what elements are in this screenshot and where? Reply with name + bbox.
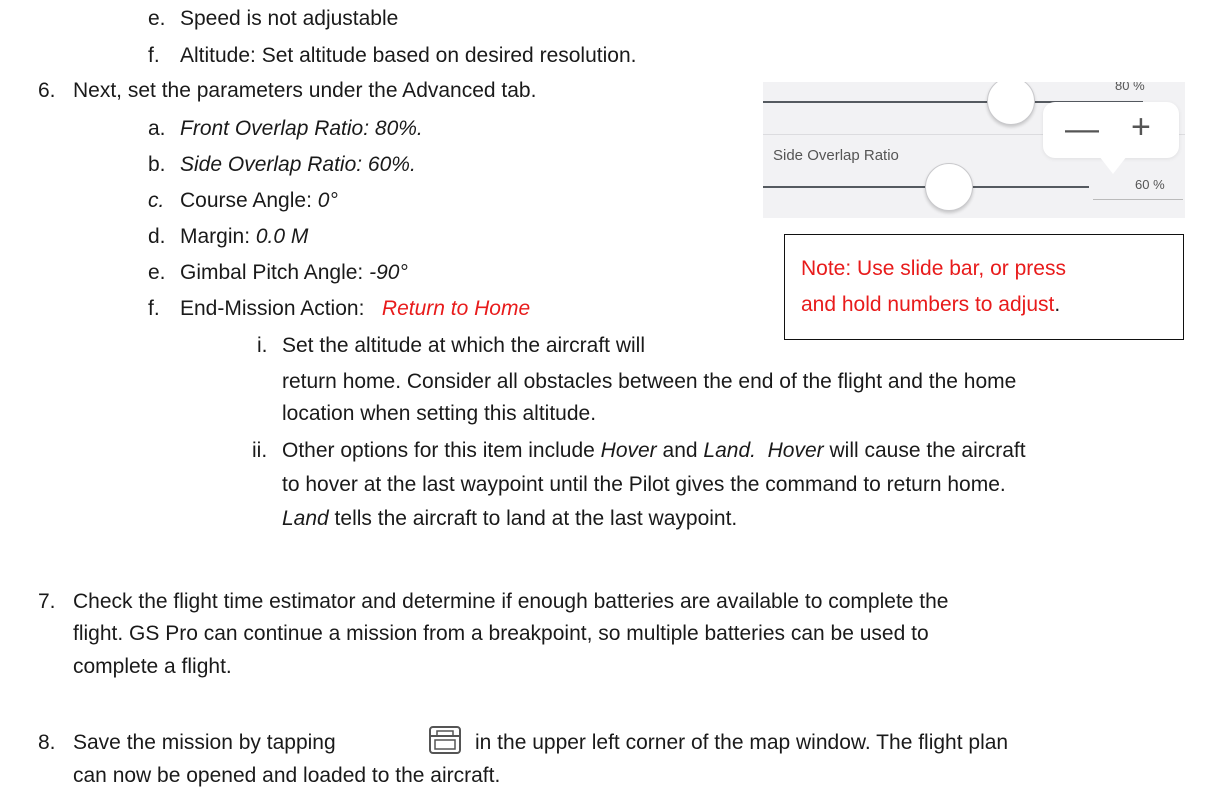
side-overlap-value: 60 % [1135, 177, 1165, 192]
item-text: Set the altitude at which the aircraft w… [282, 334, 646, 357]
item-text: Speed is not adjustable [180, 7, 399, 30]
front-overlap-slider-thumb [987, 82, 1035, 125]
note-line: and hold numbers to adjust. [801, 293, 1061, 316]
item-text-continued: return home. Consider all obstacles betw… [282, 370, 1017, 393]
side-overlap-slider-thumb [925, 163, 973, 211]
list-item: b. Side Overlap Ratio: 60%. [148, 152, 416, 178]
list-item: c. Course Angle: 0° [148, 188, 338, 214]
item-number: e. [148, 7, 166, 30]
item-number: c. [148, 189, 165, 212]
item-text: Side Overlap Ratio: 60%. [180, 153, 416, 176]
item-text-continued: can now be opened and loaded to the airc… [73, 764, 501, 787]
list-item: f. Altitude: Set altitude based on desir… [148, 43, 636, 69]
item-text-continued: to hover at the last waypoint until the … [282, 473, 1006, 496]
item-text: Other options for this item include Hove… [282, 439, 1026, 462]
item-text-continued: location when setting this altitude. [282, 402, 597, 425]
list-item: 8. Save the mission by tapping [38, 730, 336, 756]
plus-button: + [1131, 108, 1151, 146]
item-number: f. [148, 44, 160, 67]
list-item: a. Front Overlap Ratio: 80%. [148, 116, 423, 142]
item-number: 6. [38, 79, 56, 102]
list-item: d. Margin: 0.0 M [148, 224, 308, 250]
item-number: f. [148, 297, 160, 320]
list-item: ii. Other options for this item include … [252, 438, 1026, 464]
item-text: Next, set the parameters under the Advan… [73, 79, 537, 102]
item-text: End-Mission Action: Return to Home [180, 297, 531, 320]
item-number: i. [257, 334, 268, 357]
note-line: Note: Use slide bar, or press [801, 257, 1066, 280]
item-number: ii. [252, 439, 268, 462]
list-item: e. Speed is not adjustable [148, 6, 398, 32]
item-text: Check the flight time estimator and dete… [73, 590, 949, 613]
list-item: f. End-Mission Action: Return to Home [148, 296, 530, 322]
list-item: 6. Next, set the parameters under the Ad… [38, 78, 536, 104]
value-underline [1093, 199, 1183, 200]
item-number: 8. [38, 731, 56, 754]
stepper-popup: — + [1043, 102, 1179, 174]
save-icon [428, 725, 462, 755]
item-text: Gimbal Pitch Angle: -90° [180, 261, 408, 284]
item-text-continued: Land tells the aircraft to land at the l… [282, 507, 738, 530]
item-text-continued: complete a flight. [73, 655, 232, 678]
item-text: Course Angle: 0° [180, 189, 338, 212]
minus-button: — [1065, 110, 1099, 148]
item-number: 7. [38, 590, 56, 613]
item-number: a. [148, 117, 166, 140]
item-number: b. [148, 153, 166, 176]
list-item: i. Set the altitude at which the aircraf… [257, 333, 645, 359]
item-text: Front Overlap Ratio: 80%. [180, 117, 423, 140]
item-text: in the upper left corner of the map wind… [475, 731, 1009, 754]
list-item: e. Gimbal Pitch Angle: -90° [148, 260, 408, 286]
item-number: e. [148, 261, 166, 284]
list-item: 7. Check the flight time estimator and d… [38, 589, 949, 615]
note-box: Note: Use slide bar, or press and hold n… [784, 234, 1184, 340]
item-text: Altitude: Set altitude based on desired … [180, 44, 637, 67]
item-text: Save the mission by tapping [73, 731, 336, 754]
item-text-continued: flight. GS Pro can continue a mission fr… [73, 622, 929, 645]
front-overlap-value: 80 % [1115, 82, 1145, 93]
item-number: d. [148, 225, 166, 248]
item-text: Margin: 0.0 M [180, 225, 309, 248]
side-overlap-label: Side Overlap Ratio [773, 147, 899, 164]
